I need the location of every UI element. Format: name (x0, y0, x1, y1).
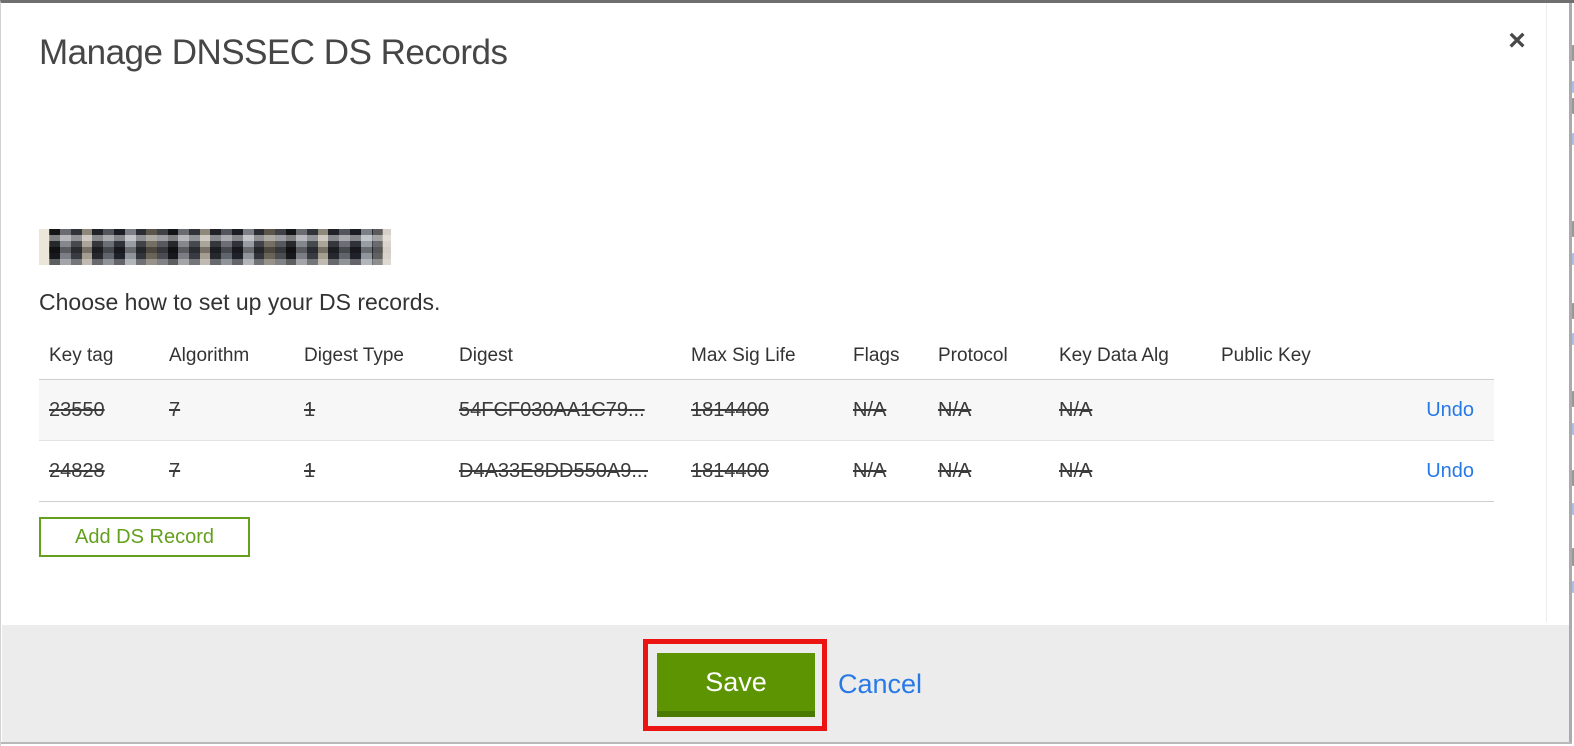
column-header-digest: Digest (459, 345, 513, 366)
modal-footer: Save Cancel (2, 625, 1569, 742)
cell-digest: 54FCF030AA1C79... (459, 398, 645, 421)
cell-key-data-alg: N/A (1059, 459, 1093, 482)
undo-link[interactable]: Undo (1426, 460, 1474, 482)
window-bottom-border (1, 742, 1572, 744)
highlight-annotation-red-box: Save (643, 639, 827, 731)
cell-algorithm: 7 (169, 398, 181, 421)
cell-actions: Undo (1365, 399, 1494, 422)
close-icon[interactable]: × (1499, 23, 1535, 59)
cell-digest-type: 1 (304, 459, 316, 482)
cell-key-tag: 24828 (49, 459, 105, 482)
ds-records-table: Key tag Algorithm Digest Type Digest Max… (39, 333, 1494, 502)
cell-max-sig-life: 1814400 (691, 398, 769, 421)
cell-protocol: N/A (938, 459, 972, 482)
instruction-text: Choose how to set up your DS records. (39, 289, 441, 315)
table-header-row: Key tag Algorithm Digest Type Digest Max… (39, 333, 1494, 380)
page-title: Manage DNSSEC DS Records (39, 33, 508, 72)
scrollbar-track (1546, 3, 1547, 622)
table-row: 24828 7 1 D4A33E8DD550A9... 1814400 N/A … (39, 441, 1494, 502)
cell-algorithm: 7 (169, 459, 181, 482)
column-header-key-tag: Key tag (49, 345, 114, 366)
add-ds-record-button[interactable]: Add DS Record (39, 517, 250, 557)
column-header-digest-type: Digest Type (304, 345, 404, 366)
cell-flags: N/A (853, 459, 887, 482)
column-header-public-key: Public Key (1221, 345, 1311, 366)
column-header-algorithm: Algorithm (169, 345, 250, 366)
cell-actions: Undo (1365, 460, 1494, 483)
undo-link[interactable]: Undo (1426, 399, 1474, 421)
cell-max-sig-life: 1814400 (691, 459, 769, 482)
cancel-link[interactable]: Cancel (838, 669, 922, 700)
cell-protocol: N/A (938, 398, 972, 421)
column-header-key-data-alg: Key Data Alg (1059, 345, 1169, 366)
cell-digest: D4A33E8DD550A9... (459, 459, 649, 482)
column-header-protocol: Protocol (938, 345, 1008, 366)
window-right-border (1569, 3, 1572, 743)
table-row: 23550 7 1 54FCF030AA1C79... 1814400 N/A … (39, 380, 1494, 441)
redacted-domain-name (39, 229, 391, 265)
dnssec-modal-window: Manage DNSSEC DS Records × Choose how to… (0, 0, 1574, 746)
column-header-max-sig-life: Max Sig Life (691, 345, 796, 366)
cell-key-tag: 23550 (49, 398, 105, 421)
save-button[interactable]: Save (657, 653, 815, 717)
cell-key-data-alg: N/A (1059, 398, 1093, 421)
column-header-flags: Flags (853, 345, 900, 366)
cell-flags: N/A (853, 398, 887, 421)
cell-digest-type: 1 (304, 398, 316, 421)
